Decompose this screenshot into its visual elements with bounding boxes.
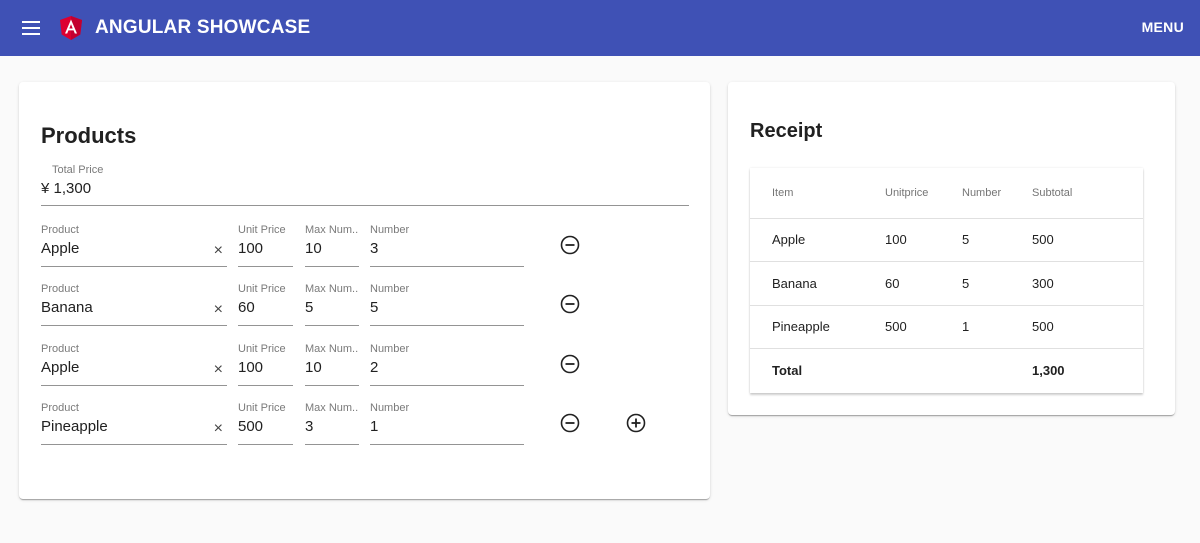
number-input[interactable]: 3 [370, 240, 524, 260]
remove-circle-icon [560, 413, 580, 437]
number-input[interactable]: 5 [370, 299, 524, 319]
max-number-label: Max Num... [305, 283, 359, 295]
receipt-row: Apple 100 5 500 [750, 218, 1143, 263]
clear-product-icon[interactable]: × [214, 420, 223, 438]
total-price-value: ¥ 1,300 [41, 180, 92, 197]
remove-row-button[interactable] [560, 294, 580, 314]
app-title: ANGULAR SHOWCASE [95, 17, 311, 38]
product-field[interactable]: Product Apple × [41, 343, 227, 386]
number-field[interactable]: Number 2 [370, 343, 524, 386]
header-number: Number [962, 168, 1032, 219]
number-input[interactable]: 2 [370, 359, 524, 379]
max-number-input[interactable]: 10 [305, 359, 359, 379]
clear-product-icon[interactable]: × [214, 361, 223, 379]
product-input[interactable]: Apple [41, 240, 227, 260]
number-label: Number [370, 343, 410, 355]
total-label: Total [772, 363, 803, 379]
number-label: Number [370, 224, 410, 236]
add-circle-icon [626, 413, 646, 437]
products-title: Products [41, 123, 137, 148]
number-field[interactable]: Number 5 [370, 283, 524, 326]
number-input[interactable]: 1 [370, 418, 524, 438]
cell-unitprice: 500 [885, 305, 962, 350]
total-value: 1,300 [1032, 363, 1065, 379]
cell-item: Banana [750, 261, 885, 306]
clear-product-icon[interactable]: × [214, 242, 223, 260]
cell-number: 1 [962, 305, 1032, 350]
total-price-field: Total Price ¥ 1,300 [41, 164, 689, 206]
product-field[interactable]: Product Apple × [41, 224, 227, 267]
product-input[interactable]: Apple [41, 359, 227, 379]
unit-price-label: Unit Price [238, 283, 286, 295]
max-number-label: Max Num... [305, 402, 359, 414]
unit-price-input[interactable]: 500 [238, 418, 293, 438]
cell-item: Pineapple [750, 305, 885, 350]
remove-row-button[interactable] [560, 413, 580, 433]
unit-price-field[interactable]: Unit Price 60 [238, 283, 293, 326]
product-label: Product [41, 224, 79, 236]
cell-number: 5 [962, 261, 1032, 306]
max-number-label: Max Num... [305, 343, 359, 355]
product-field[interactable]: Product Pineapple × [41, 402, 227, 445]
unit-price-field[interactable]: Unit Price 500 [238, 402, 293, 445]
receipt-table: Item Unitprice Number Subtotal Apple 100… [750, 168, 1143, 393]
remove-circle-icon [560, 354, 580, 378]
product-label: Product [41, 283, 79, 295]
angular-logo-icon [60, 16, 82, 40]
max-number-input[interactable]: 10 [305, 240, 359, 260]
products-card: Products Total Price ¥ 1,300 Product App… [19, 82, 710, 499]
product-input[interactable]: Pineapple [41, 418, 227, 438]
number-field[interactable]: Number 3 [370, 224, 524, 267]
max-number-field[interactable]: Max Num... 10 [305, 343, 359, 386]
remove-circle-icon [560, 235, 580, 259]
hamburger-menu-icon[interactable] [22, 21, 40, 35]
add-row-button[interactable] [626, 413, 646, 433]
number-label: Number [370, 283, 410, 295]
cell-item: Apple [750, 218, 885, 263]
unit-price-input[interactable]: 100 [238, 240, 293, 260]
header-subtotal: Subtotal [1032, 168, 1143, 219]
header-unitprice: Unitprice [885, 168, 962, 219]
number-label: Number [370, 402, 410, 414]
number-field[interactable]: Number 1 [370, 402, 524, 445]
cell-subtotal: 500 [1032, 305, 1143, 350]
receipt-title: Receipt [750, 120, 823, 142]
max-number-input[interactable]: 5 [305, 299, 359, 319]
receipt-row: Banana 60 5 300 [750, 261, 1143, 306]
product-label: Product [41, 343, 79, 355]
receipt-row: Pineapple 500 1 500 [750, 305, 1143, 350]
max-number-input[interactable]: 3 [305, 418, 359, 438]
unit-price-field[interactable]: Unit Price 100 [238, 224, 293, 267]
cell-number: 5 [962, 218, 1032, 263]
max-number-field[interactable]: Max Num... 10 [305, 224, 359, 267]
cell-subtotal: 300 [1032, 261, 1143, 306]
app-toolbar: ANGULAR SHOWCASE MENU [0, 0, 1200, 56]
unit-price-field[interactable]: Unit Price 100 [238, 343, 293, 386]
header-item: Item [750, 168, 885, 219]
product-input[interactable]: Banana [41, 299, 227, 319]
receipt-total-row: Total 1,300 [750, 349, 1143, 393]
max-number-field[interactable]: Max Num... 3 [305, 402, 359, 445]
cell-unitprice: 100 [885, 218, 962, 263]
max-number-field[interactable]: Max Num... 5 [305, 283, 359, 326]
receipt-card: Receipt Item Unitprice Number Subtotal A… [728, 82, 1175, 415]
receipt-header-row: Item Unitprice Number Subtotal [750, 168, 1143, 219]
product-label: Product [41, 402, 79, 414]
unit-price-input[interactable]: 100 [238, 359, 293, 379]
unit-price-label: Unit Price [238, 224, 286, 236]
cell-subtotal: 500 [1032, 218, 1143, 263]
menu-button[interactable]: MENU [1142, 19, 1184, 35]
clear-product-icon[interactable]: × [214, 301, 223, 319]
remove-circle-icon [560, 294, 580, 318]
unit-price-label: Unit Price [238, 343, 286, 355]
product-field[interactable]: Product Banana × [41, 283, 227, 326]
cell-unitprice: 60 [885, 261, 962, 306]
remove-row-button[interactable] [560, 354, 580, 374]
total-price-label: Total Price [52, 164, 104, 176]
max-number-label: Max Num... [305, 224, 359, 236]
remove-row-button[interactable] [560, 235, 580, 255]
unit-price-label: Unit Price [238, 402, 286, 414]
unit-price-input[interactable]: 60 [238, 299, 293, 319]
